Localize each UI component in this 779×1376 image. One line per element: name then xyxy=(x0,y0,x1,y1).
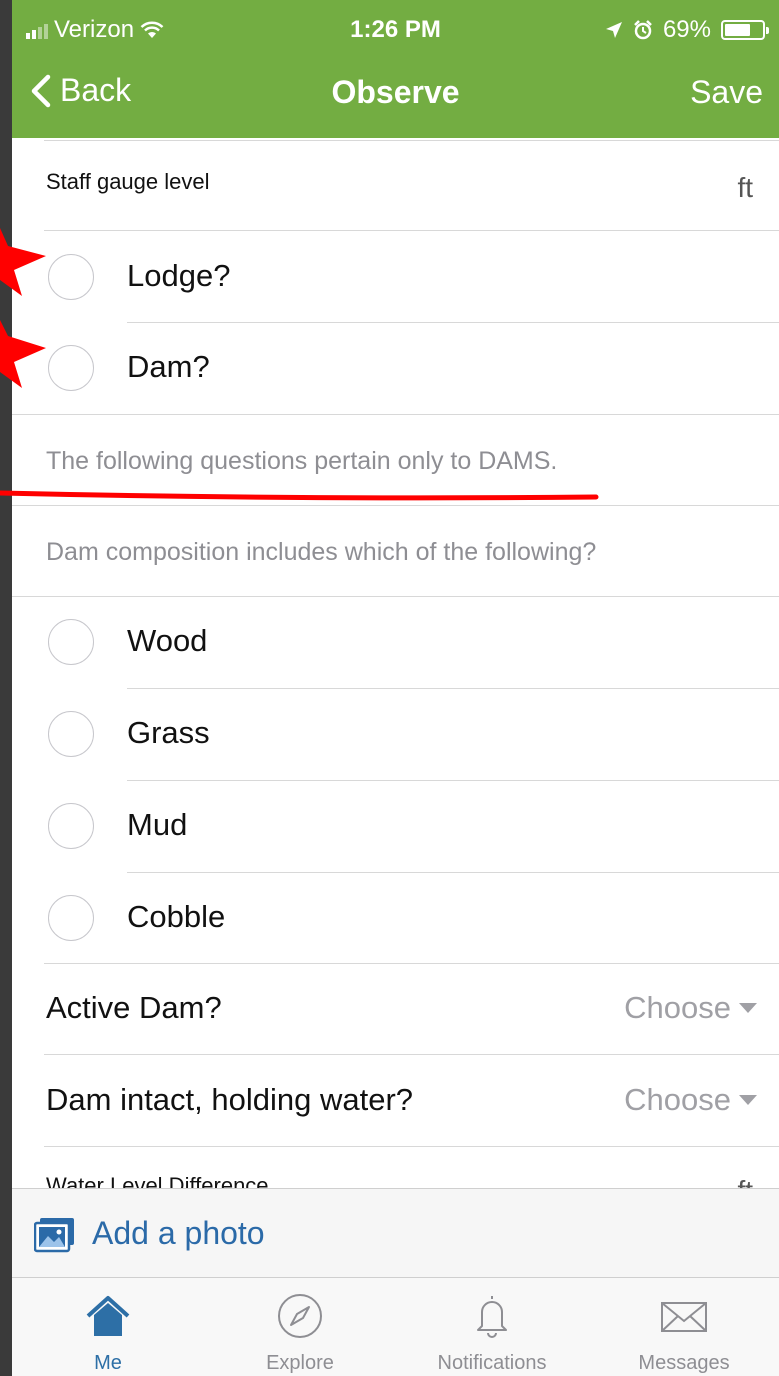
option-row-cobble[interactable]: Cobble xyxy=(12,873,779,963)
alarm-icon xyxy=(634,20,652,40)
staff-gauge-row[interactable]: Staff gauge level ft xyxy=(12,142,779,230)
tab-label: Notifications xyxy=(437,1352,547,1374)
add-photo-label: Add a photo xyxy=(92,1215,265,1251)
add-photo-button[interactable]: Add a photo xyxy=(12,1188,779,1278)
caret-down-icon xyxy=(739,1003,757,1013)
tab-notifications[interactable]: Notifications xyxy=(396,1278,588,1376)
tab-me[interactable]: Me xyxy=(12,1278,204,1376)
water-level-row[interactable]: Water Level Difference ft xyxy=(12,1147,779,1188)
location-arrow-icon xyxy=(605,22,622,38)
dam-intact-value: Choose xyxy=(624,1082,731,1117)
dam-intact-row[interactable]: Dam intact, holding water? Choose xyxy=(12,1055,779,1146)
tab-label: Me xyxy=(94,1352,122,1374)
tab-explore[interactable]: Explore xyxy=(204,1278,396,1376)
option-label: Wood xyxy=(127,623,208,658)
photo-icon xyxy=(34,1218,74,1253)
battery-icon xyxy=(721,20,769,40)
bell-icon xyxy=(477,1296,507,1338)
compass-icon xyxy=(278,1294,322,1338)
water-level-unit: ft xyxy=(737,1175,753,1188)
envelope-icon xyxy=(661,1302,707,1332)
dams-note: The following questions pertain only to … xyxy=(46,447,558,475)
tab-label: Messages xyxy=(638,1352,730,1374)
active-dam-label: Active Dam? xyxy=(46,990,222,1025)
lodge-radio[interactable] xyxy=(48,254,94,300)
lodge-label: Lodge? xyxy=(127,258,231,293)
dams-note-row: The following questions pertain only to … xyxy=(12,415,779,505)
dam-radio[interactable] xyxy=(48,345,94,391)
phone-screen: Verizon 1:26 PM 69% Back Observe Save St… xyxy=(12,0,779,1376)
staff-gauge-unit: ft xyxy=(737,172,753,203)
lodge-row[interactable]: Lodge? xyxy=(12,231,779,322)
option-row-grass[interactable]: Grass xyxy=(12,689,779,780)
page-title: Observe xyxy=(331,74,460,110)
dam-intact-select[interactable]: Choose xyxy=(624,1082,757,1118)
grass-radio[interactable] xyxy=(48,711,94,757)
option-label: Cobble xyxy=(127,899,226,934)
battery-percent: 69% xyxy=(662,16,711,43)
tab-label: Explore xyxy=(266,1352,334,1374)
staff-gauge-label: Staff gauge level xyxy=(46,169,210,194)
option-row-mud[interactable]: Mud xyxy=(12,781,779,872)
active-dam-select[interactable]: Choose xyxy=(624,990,757,1026)
wood-radio[interactable] xyxy=(48,619,94,665)
status-bar: Verizon 1:26 PM 69% xyxy=(12,10,779,50)
option-label: Grass xyxy=(127,715,210,750)
dam-intact-label: Dam intact, holding water? xyxy=(46,1082,414,1117)
cobble-radio[interactable] xyxy=(48,895,94,941)
dam-label: Dam? xyxy=(127,349,210,384)
composition-prompt: Dam composition includes which of the fo… xyxy=(46,538,597,566)
nav-bar: Back Observe Save xyxy=(12,62,779,128)
active-dam-row[interactable]: Active Dam? Choose xyxy=(12,964,779,1054)
active-dam-value: Choose xyxy=(624,990,731,1025)
home-icon xyxy=(86,1296,130,1336)
composition-prompt-row: Dam composition includes which of the fo… xyxy=(12,506,779,596)
option-row-wood[interactable]: Wood xyxy=(12,597,779,688)
caret-down-icon xyxy=(739,1095,757,1105)
divider xyxy=(44,140,779,141)
top-bar: Verizon 1:26 PM 69% Back Observe Save xyxy=(12,0,779,138)
observation-form[interactable]: Staff gauge level ft Lodge? Dam? The fol… xyxy=(12,138,779,1188)
water-level-label: Water Level Difference xyxy=(46,1173,269,1188)
option-label: Mud xyxy=(127,807,188,842)
dam-row[interactable]: Dam? xyxy=(12,323,779,414)
tab-messages[interactable]: Messages xyxy=(588,1278,779,1376)
save-button[interactable]: Save xyxy=(690,74,763,111)
mud-radio[interactable] xyxy=(48,803,94,849)
tab-bar: Me Explore Notifications Messages xyxy=(12,1278,779,1376)
status-right: 69% xyxy=(605,16,769,44)
